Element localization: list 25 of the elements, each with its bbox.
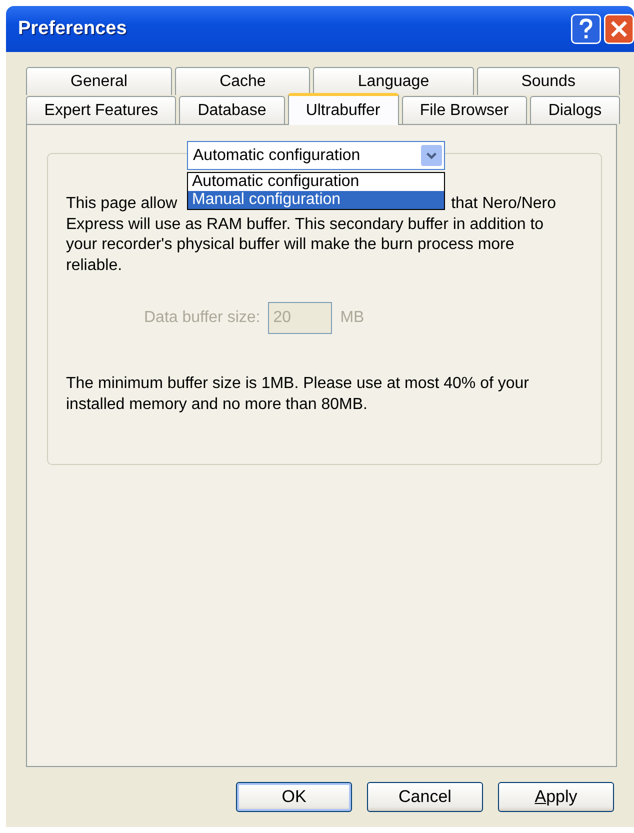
buffer-size-label: Data buffer size: [144,309,260,327]
close-button[interactable] [604,14,634,44]
window-title: Preferences [18,18,127,40]
help-button[interactable] [571,14,601,44]
dropdown-option[interactable]: Automatic configuration [188,173,444,191]
dropdown-option[interactable]: Manual configuration [188,191,444,209]
tab[interactable]: Dialogs [530,96,620,124]
dialog-button[interactable]: Apply [498,782,614,812]
chevron-down-icon [421,145,442,166]
tab[interactable]: File Browser [402,96,528,124]
dialog-button[interactable]: Cancel [367,782,483,812]
description-text: Express will use as RAM buffer. This secondary buffer in addition to your recorder's physical buffer will make the burn process more reliable. [66,214,545,276]
tab[interactable]: Database [179,96,285,124]
tab[interactable]: Language [313,67,474,95]
tab[interactable]: Ultrabuffer [288,93,399,125]
description-text: This page allow [66,194,178,214]
tab[interactable]: Sounds [476,67,620,95]
configuration-dropdown[interactable]: Automatic configuration [187,141,445,170]
tab[interactable]: General [26,67,172,95]
note-text: The minimum buffer size is 1MB. Please use at most 40% of your installed memory and no more than 80MB. [66,374,530,414]
dialog-button[interactable]: OK [236,782,352,812]
description-text: that Nero/Nero [451,194,556,214]
tab[interactable]: Cache [175,67,310,95]
unit-label: MB [340,309,364,327]
tab[interactable]: Expert Features [26,96,176,124]
